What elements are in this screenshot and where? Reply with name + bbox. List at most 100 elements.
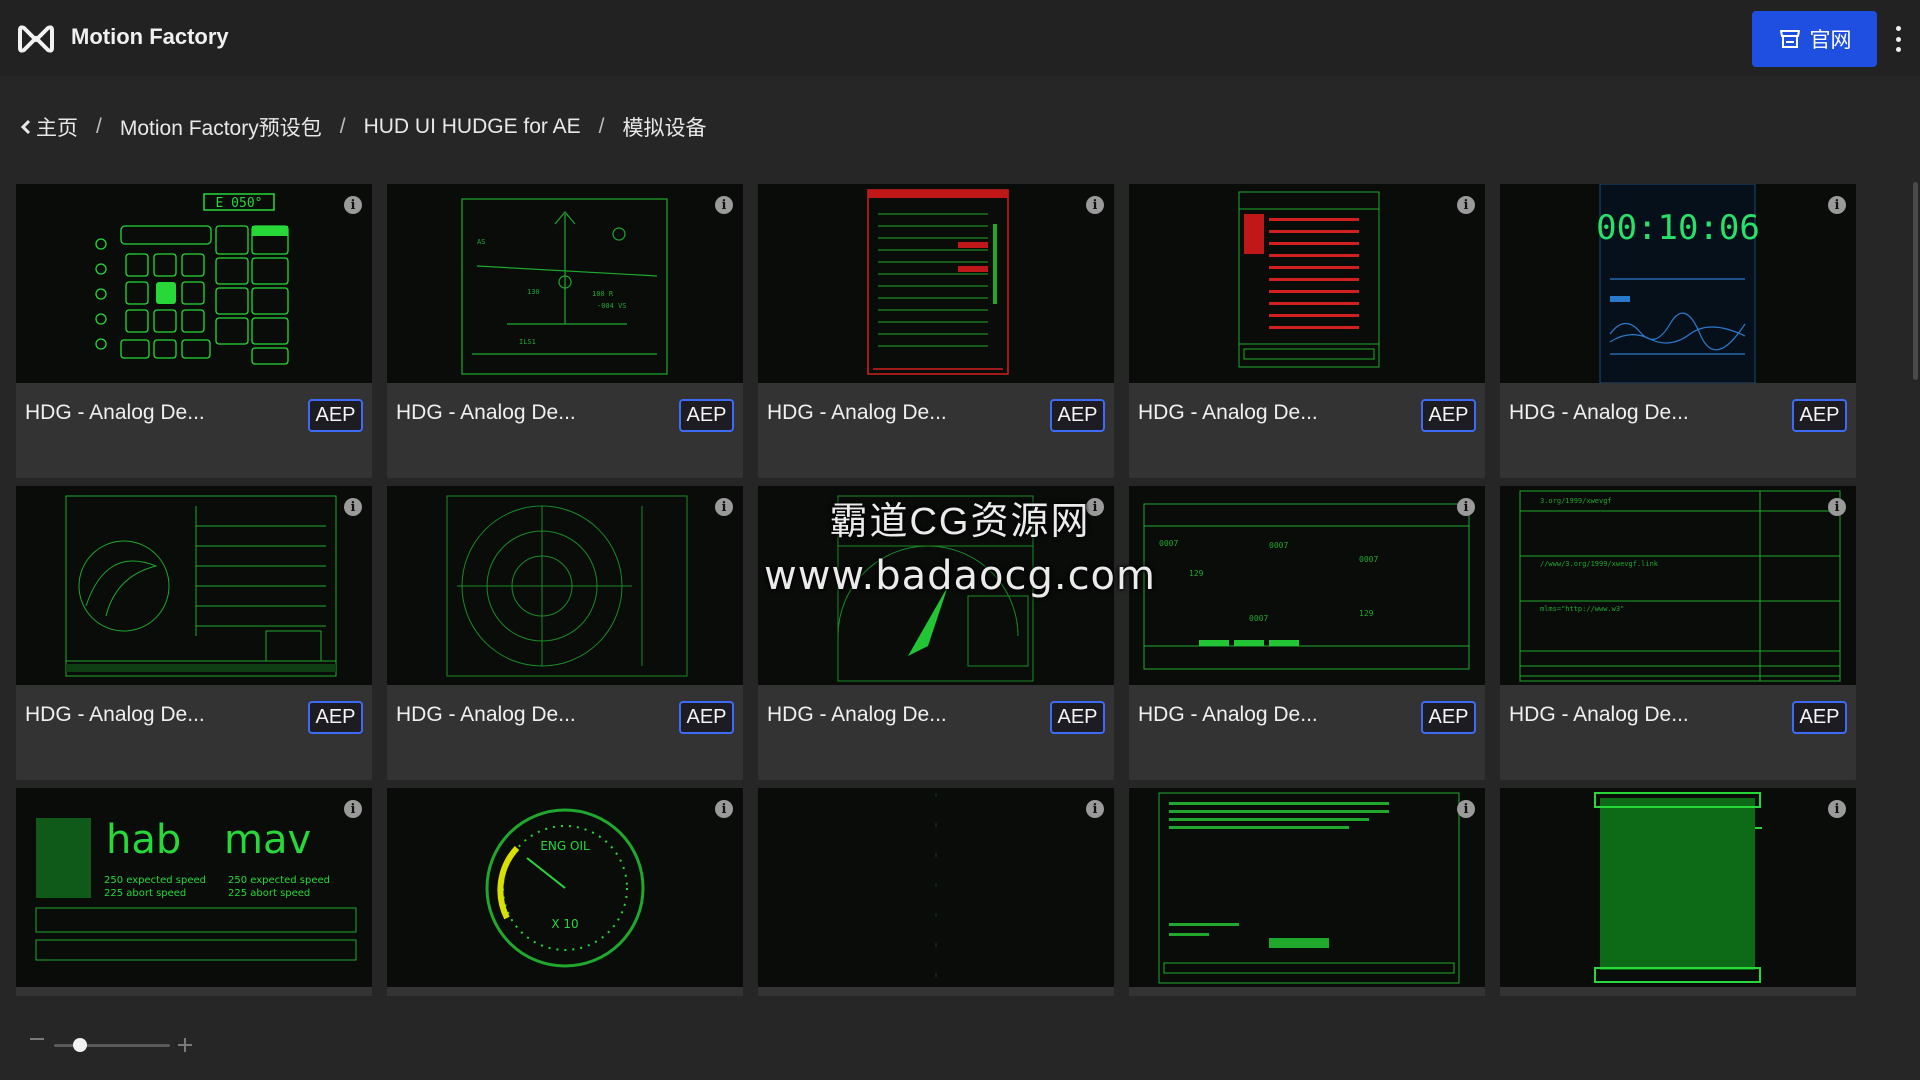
asset-thumbnail: E 050° i [16,184,372,383]
breadcrumb-preset-pack[interactable]: Motion Factory预设包 [120,112,322,142]
svg-text:3.org/1999/xwevgf: 3.org/1999/xwevgf [1540,497,1612,505]
info-icon[interactable]: i [344,196,362,214]
info-icon[interactable]: i [715,800,733,818]
asset-thumbnail: i [16,486,372,685]
chevron-left-icon[interactable] [20,119,32,135]
thumb-mav-text: mav [224,817,311,863]
asset-thumbnail: i [758,184,1114,383]
info-icon[interactable]: i [715,498,733,516]
thumb-heading-text: E 050° [216,196,263,211]
svg-text:100 R: 100 R [592,290,614,298]
svg-text:0007: 0007 [1159,539,1178,548]
top-bar: Motion Factory 官网 [0,0,1920,76]
breadcrumb-separator: / [339,115,346,138]
asset-card[interactable]: i HDG - Analog De... AEP [758,184,1114,478]
zoom-slider[interactable] [54,1044,170,1047]
asset-title: HDG - Analog De... [1138,401,1318,424]
asset-title: HDG - Analog De... [1509,703,1689,726]
svg-text:130: 130 [527,288,540,296]
info-icon[interactable]: i [344,498,362,516]
thumb-hab-text: hab [106,817,181,863]
asset-card[interactable]: i HDG - Analog De... AEP [1129,184,1485,478]
thumb-line1: 250 expected speed [104,875,206,886]
info-icon[interactable]: i [1828,800,1846,818]
asset-title: HDG - Analog De... [396,703,576,726]
zoom-in-icon[interactable] [178,1038,192,1052]
svg-text:129: 129 [1189,569,1204,578]
store-icon [1779,30,1800,48]
info-icon[interactable]: i [1828,498,1846,516]
svg-text:ILS1: ILS1 [519,338,536,346]
info-icon[interactable]: i [1086,196,1104,214]
thumb-line2-right: 225 abort speed [228,888,310,899]
asset-card[interactable]: ENG OIL X 10 i [387,788,743,996]
svg-text:mlms="http://www.w3": mlms="http://www.w3" [1540,605,1624,613]
asset-title: HDG - Analog De... [767,401,947,424]
asset-card[interactable]: i HDG - Analog De... AEP [16,486,372,780]
motion-factory-logo-icon[interactable] [16,22,56,54]
asset-title: HDG - Analog De... [25,703,205,726]
thumb-gauge-text: ENG OIL [540,839,590,853]
format-badge: AEP [679,399,734,432]
breadcrumb-separator: / [598,115,605,138]
svg-text:0007: 0007 [1249,614,1268,623]
info-icon[interactable]: i [1086,800,1104,818]
asset-card[interactable]: i [758,788,1114,996]
format-badge: AEP [308,701,363,734]
svg-text://www/3.org/1999/xwevgf.link: //www/3.org/1999/xwevgf.link [1540,560,1659,568]
asset-title: HDG - Analog De... [767,703,947,726]
asset-thumbnail: ENG OIL X 10 i [387,788,743,987]
asset-card[interactable]: i [1129,788,1485,996]
official-site-button[interactable]: 官网 [1752,11,1877,67]
thumb-gauge-unit: X 10 [551,917,578,931]
official-site-label: 官网 [1809,29,1852,52]
zoom-slider-handle[interactable] [73,1038,87,1052]
asset-card[interactable]: i HDG - Analog De... AEP [387,486,743,780]
asset-thumbnail: i [387,486,743,685]
info-icon[interactable]: i [344,800,362,818]
info-icon[interactable]: i [1828,196,1846,214]
more-vertical-icon[interactable] [1888,26,1908,52]
info-icon[interactable]: i [715,196,733,214]
breadcrumb-current: 模拟设备 [622,117,707,140]
format-badge: AEP [1050,399,1105,432]
breadcrumb-home[interactable]: 主页 [36,112,78,142]
asset-card[interactable]: hab mav 250 expected speed 225 abort spe… [16,788,372,996]
asset-card[interactable]: 0007 0007 0007 129 0007 129 i HDG - Analog De… [1129,486,1485,780]
svg-text:0007: 0007 [1269,541,1288,550]
asset-thumbnail: i [1129,788,1485,987]
thumb-line1-right: 250 expected speed [228,875,330,886]
asset-title: HDG - Analog De... [1138,703,1318,726]
info-icon[interactable]: i [1457,498,1475,516]
asset-card[interactable]: E 050° i HDG - Analog De... AEP [16,184,372,478]
breadcrumb-hud-ui[interactable]: HUD UI HUDGE for AE [364,115,581,139]
zoom-out-icon[interactable] [30,1038,44,1040]
format-badge: AEP [1050,701,1105,734]
asset-title: HDG - Analog De... [25,401,205,424]
asset-thumbnail: hab mav 250 expected speed 225 abort spe… [16,788,372,987]
info-icon[interactable]: i [1457,800,1475,818]
asset-title: HDG - Analog De... [396,401,576,424]
asset-title: HDG - Analog De... [1509,401,1689,424]
asset-card[interactable]: i HDG - Analog De... AEP [758,486,1114,780]
asset-thumbnail: 3.org/1999/xwevgf //www/3.org/1999/xwevgf… [1500,486,1856,685]
footer-bar [0,996,1920,1080]
format-badge: AEP [679,701,734,734]
scrollbar[interactable] [1913,182,1918,380]
asset-grid: E 050° i HDG - Analog De... AEP AS 130 1… [16,184,1856,996]
info-icon[interactable]: i [1086,498,1104,516]
svg-text:0007: 0007 [1359,555,1378,564]
asset-thumbnail: i [758,486,1114,685]
breadcrumb-separator: / [96,115,102,138]
svg-text:129: 129 [1359,609,1374,618]
info-icon[interactable]: i [1457,196,1475,214]
asset-card[interactable]: 00:10:06 i HDG - Analog De... AEP [1500,184,1856,478]
brand-name[interactable]: Motion Factory [71,24,229,50]
asset-card[interactable]: 3.org/1999/xwevgf //www/3.org/1999/xwevgf… [1500,486,1856,780]
format-badge: AEP [1421,399,1476,432]
asset-card[interactable]: i [1500,788,1856,996]
svg-text:AS: AS [477,238,485,246]
asset-card[interactable]: AS 130 100 R -004 VS ILS1 i HDG - Analog De.… [387,184,743,478]
asset-thumbnail: i [758,788,1114,987]
format-badge: AEP [1792,399,1847,432]
